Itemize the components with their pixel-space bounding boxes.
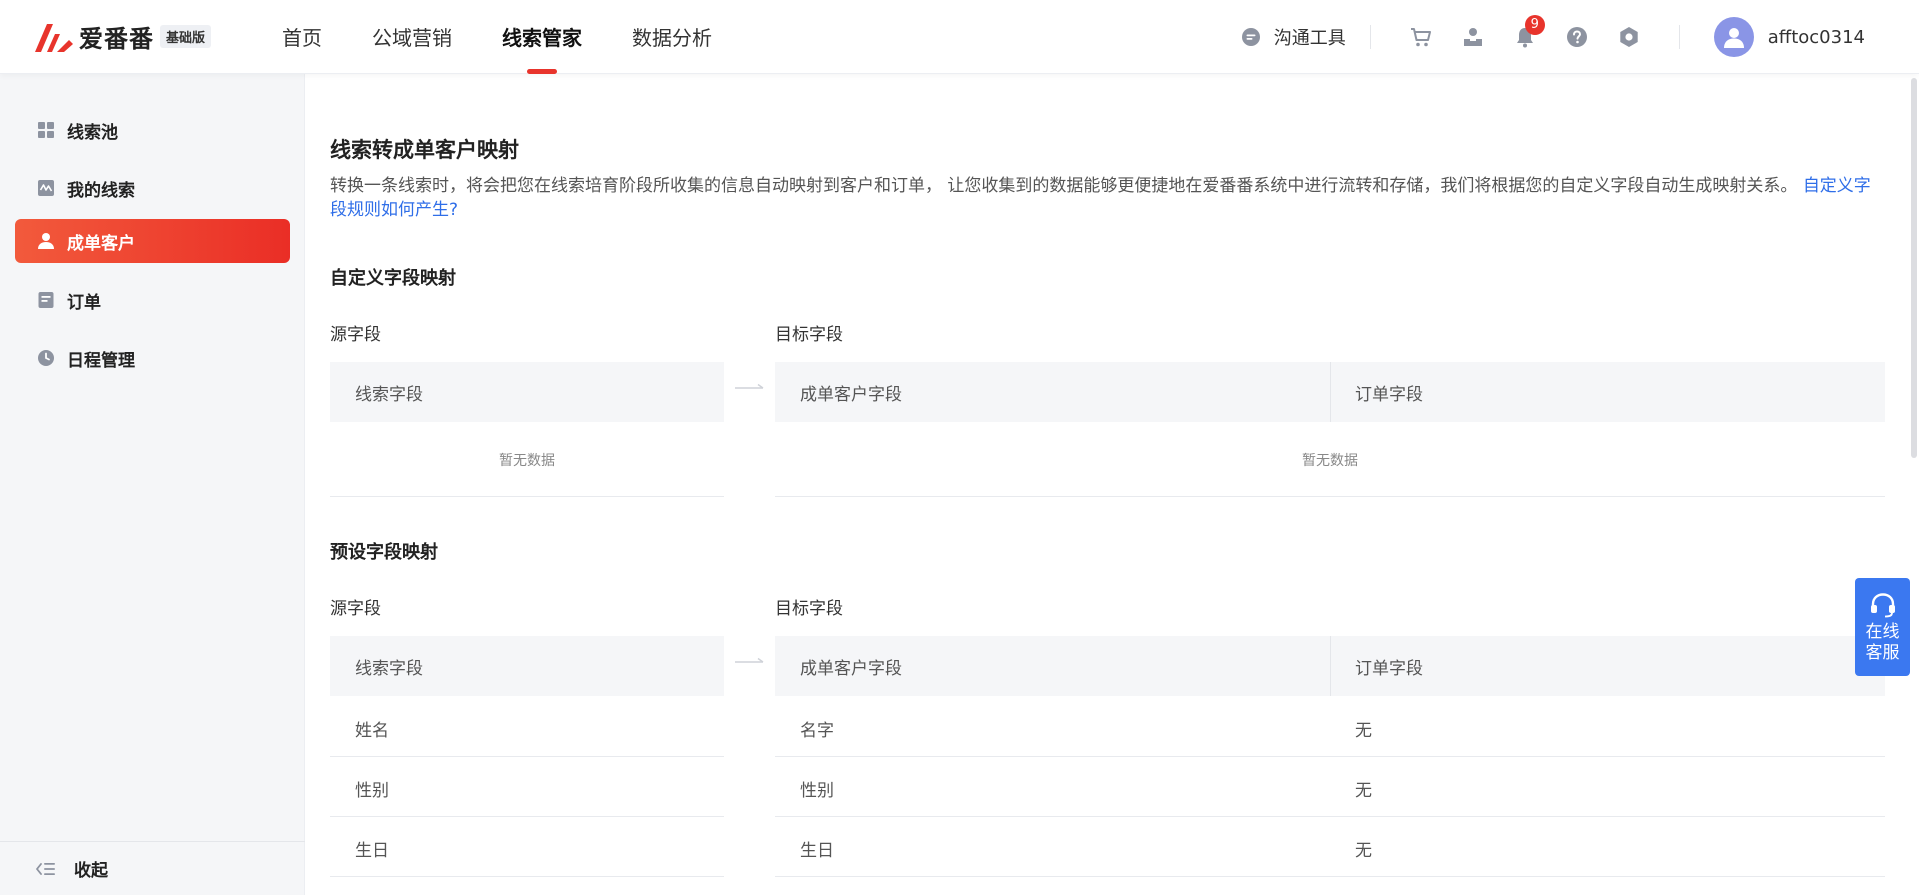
target-field-label: 目标字段 (775, 599, 843, 619)
row-divider (330, 496, 724, 497)
notification-badge: 9 (1524, 15, 1545, 35)
collapse-icon (36, 862, 55, 875)
document-icon (38, 292, 54, 308)
brand-name: 爱番番 (79, 24, 154, 53)
row-divider (775, 876, 1885, 877)
source-table-header: 线索字段 (330, 362, 724, 422)
top-header: 爱番番 基础版 首页 公域营销 线索管家 数据分析 沟通工具 9 afftoc0… (0, 0, 1919, 74)
online-service-button[interactable]: 在线 客服 (1855, 578, 1910, 676)
column-divider (1330, 362, 1331, 422)
row-divider (330, 876, 724, 877)
sidebar-item-label: 日程管理 (67, 350, 135, 371)
nav-lead-manager[interactable]: 线索管家 (502, 0, 582, 74)
lead-field-header: 线索字段 (355, 658, 423, 679)
row-divider (775, 496, 1885, 497)
edition-badge: 基础版 (160, 24, 212, 48)
sidebar: 线索池 我的线索 成单客户 订单 日程管理 收起 (0, 74, 305, 895)
table-cell-source: 生日 (355, 841, 389, 861)
settings-icon[interactable] (1617, 25, 1641, 49)
header-divider (1369, 25, 1371, 49)
collapse-label: 收起 (74, 861, 108, 881)
notification-bell[interactable]: 9 (1513, 15, 1545, 49)
source-table-header: 线索字段 (330, 636, 724, 696)
clock-icon (38, 350, 54, 366)
sidebar-collapse-button[interactable]: 收起 (0, 841, 305, 895)
username[interactable]: afftoc0314 (1768, 27, 1865, 48)
lead-field-header: 线索字段 (355, 384, 423, 405)
sidebar-item-label: 我的线索 (67, 180, 135, 201)
source-field-label: 源字段 (330, 599, 381, 619)
nav-public-marketing[interactable]: 公域营销 (372, 0, 452, 74)
brand-logo[interactable]: 爱番番 基础版 (33, 18, 212, 54)
communication-tool-button[interactable]: 沟通工具 (1240, 24, 1346, 50)
service-label-line2: 客服 (1865, 643, 1900, 663)
target-field-label: 目标字段 (775, 325, 843, 345)
user-icon (38, 233, 54, 249)
table-cell-order: 无 (1355, 721, 1372, 741)
grid-icon (38, 122, 54, 138)
service-label-line1: 在线 (1865, 622, 1900, 642)
nav-home[interactable]: 首页 (282, 0, 322, 74)
avatar[interactable] (1713, 17, 1754, 57)
header-toolbar: 沟通工具 9 afftoc0314 (1240, 0, 1919, 74)
sidebar-item-label: 成单客户 (67, 233, 135, 254)
description-text: 转换一条线索时，将会把您在线索培育阶段所收集的信息自动映射到客户和订单， 让您收… (330, 176, 1798, 196)
user-avatar-icon (1723, 28, 1744, 48)
table-cell-source: 性别 (355, 781, 389, 801)
table-cell-source: 姓名 (355, 721, 389, 741)
target-empty-text: 暂无数据 (1302, 453, 1358, 469)
cart-icon[interactable] (1409, 25, 1433, 49)
custom-mapping-title: 自定义字段映射 (330, 268, 456, 289)
headset-icon (1870, 593, 1895, 618)
page-scrollbar[interactable] (1911, 78, 1917, 458)
table-cell-customer: 生日 (800, 841, 834, 861)
trend-icon (38, 180, 54, 196)
order-field-header: 订单字段 (1355, 384, 1423, 405)
row-divider (775, 816, 1885, 817)
page-title: 线索转成单客户映射 (330, 138, 519, 162)
inbox-icon[interactable] (1461, 25, 1485, 49)
row-divider (775, 756, 1885, 757)
sidebar-item-label: 线索池 (67, 122, 118, 143)
sidebar-item-lead-pool[interactable]: 线索池 (15, 108, 290, 152)
sidebar-item-closed-customers[interactable]: 成单客户 (15, 219, 290, 263)
main-content: 线索转成单客户映射 转换一条线索时，将会把您在线索培育阶段所收集的信息自动映射到… (330, 74, 1885, 895)
sidebar-item-label: 订单 (67, 292, 101, 313)
nav-data-analysis[interactable]: 数据分析 (632, 0, 712, 74)
source-field-label: 源字段 (330, 325, 381, 345)
help-icon[interactable] (1565, 25, 1589, 49)
table-cell-customer: 性别 (800, 781, 834, 801)
arrow-right-icon (735, 383, 764, 389)
source-empty-text: 暂无数据 (499, 453, 555, 469)
communication-tool-label: 沟通工具 (1273, 28, 1346, 49)
sidebar-item-orders[interactable]: 订单 (15, 278, 290, 322)
table-cell-customer: 名字 (800, 721, 834, 741)
arrow-right-icon (735, 657, 764, 663)
logo-mark-icon (35, 24, 73, 52)
preset-mapping-title: 预设字段映射 (330, 542, 438, 563)
sidebar-item-schedule[interactable]: 日程管理 (15, 336, 290, 380)
chat-icon (1241, 28, 1260, 46)
table-cell-order: 无 (1355, 781, 1372, 801)
sidebar-item-my-leads[interactable]: 我的线索 (15, 166, 290, 210)
row-divider (330, 756, 724, 757)
row-divider (330, 816, 724, 817)
column-divider (1330, 636, 1331, 696)
customer-field-header: 成单客户字段 (800, 658, 902, 679)
page-description: 转换一条线索时，将会把您在线索培育阶段所收集的信息自动映射到客户和订单， 让您收… (330, 174, 1885, 222)
customer-field-header: 成单客户字段 (800, 384, 902, 405)
main-nav: 首页 公域营销 线索管家 数据分析 (282, 0, 762, 74)
table-cell-order: 无 (1355, 841, 1372, 861)
order-field-header: 订单字段 (1355, 658, 1423, 679)
header-divider (1678, 25, 1680, 49)
